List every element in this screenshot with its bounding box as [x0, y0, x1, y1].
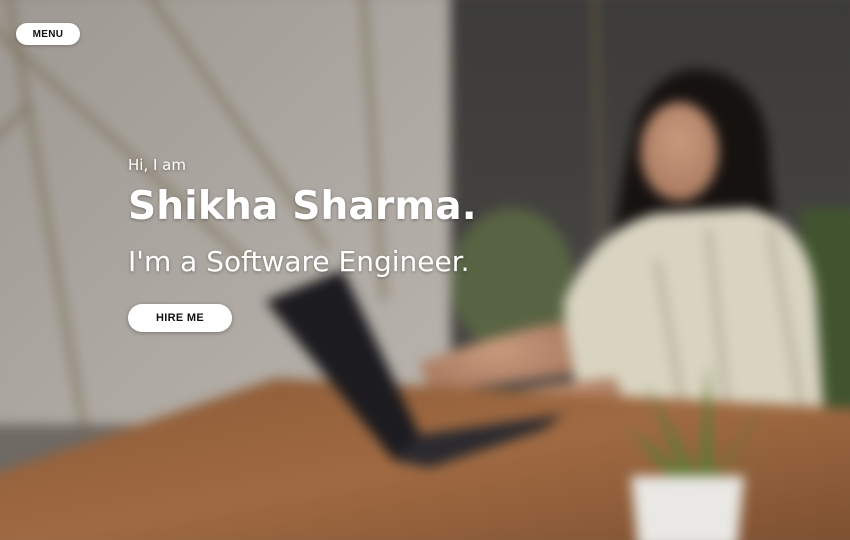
hero-role: I'm a Software Engineer.: [128, 245, 470, 278]
hire-me-button[interactable]: HIRE ME: [128, 304, 232, 332]
hero-greeting: Hi, I am: [128, 156, 186, 174]
menu-button[interactable]: MENU: [16, 23, 80, 45]
hero-name: Shikha Sharma.: [128, 184, 477, 229]
hero-section: MENU Hi, I am Shikha Sharma. I'm a Softw…: [0, 0, 850, 540]
